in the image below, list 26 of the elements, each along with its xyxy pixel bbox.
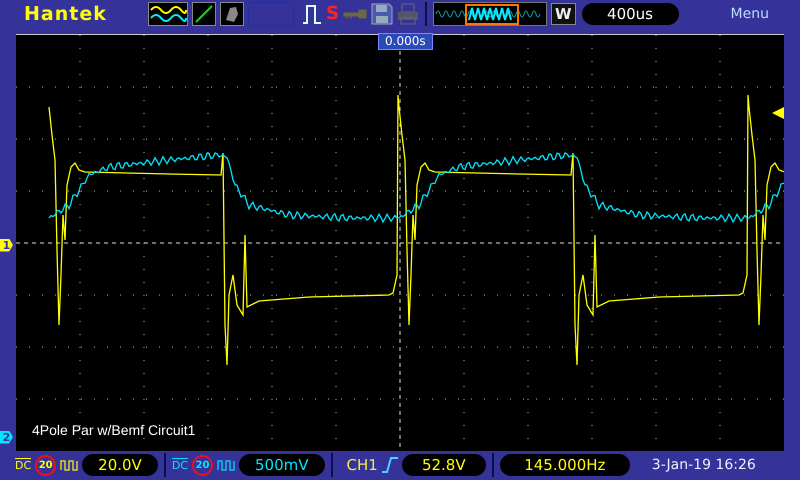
pulse-icon[interactable]	[216, 459, 235, 472]
persistence-icon[interactable]	[220, 2, 244, 26]
pulse-icon[interactable]	[302, 2, 322, 25]
waveform-label: 4Pole Par w/Bemf Circuit1	[32, 422, 196, 438]
waveform-icon[interactable]	[148, 2, 188, 26]
bandwidth-limit-badge[interactable]: 20	[192, 454, 213, 476]
timebase-readout[interactable]: 400us	[582, 2, 679, 25]
save-icon[interactable]	[370, 2, 393, 25]
trigger-position-readout[interactable]: 0.000s	[378, 32, 433, 50]
frequency-readout: 145.000Hz	[500, 454, 630, 476]
zoom-window-button[interactable]: W	[550, 2, 576, 25]
volts-per-div-readout[interactable]: 20.0V	[82, 454, 158, 476]
volts-per-div-readout[interactable]: 500mV	[238, 454, 324, 476]
trigger-level-readout[interactable]: 52.8V	[402, 454, 486, 476]
channel-marker[interactable]: 1	[0, 238, 13, 252]
menu-button[interactable]: Menu	[730, 6, 769, 22]
bandwidth-limit-badge[interactable]: 20	[35, 454, 56, 476]
trigger-level-marker[interactable]	[772, 106, 784, 119]
trigger-source[interactable]: CH1	[346, 456, 378, 474]
memory-position-icon[interactable]	[432, 2, 547, 26]
rising-edge-icon[interactable]	[382, 456, 398, 474]
date-time: 3-Jan-19 16:26	[652, 457, 756, 474]
coupling-indicator[interactable]: DC	[172, 458, 188, 472]
channel-marker[interactable]: 2	[0, 430, 13, 444]
coupling-indicator[interactable]: DC	[15, 458, 32, 472]
brand-logo: Hantek	[24, 2, 108, 25]
